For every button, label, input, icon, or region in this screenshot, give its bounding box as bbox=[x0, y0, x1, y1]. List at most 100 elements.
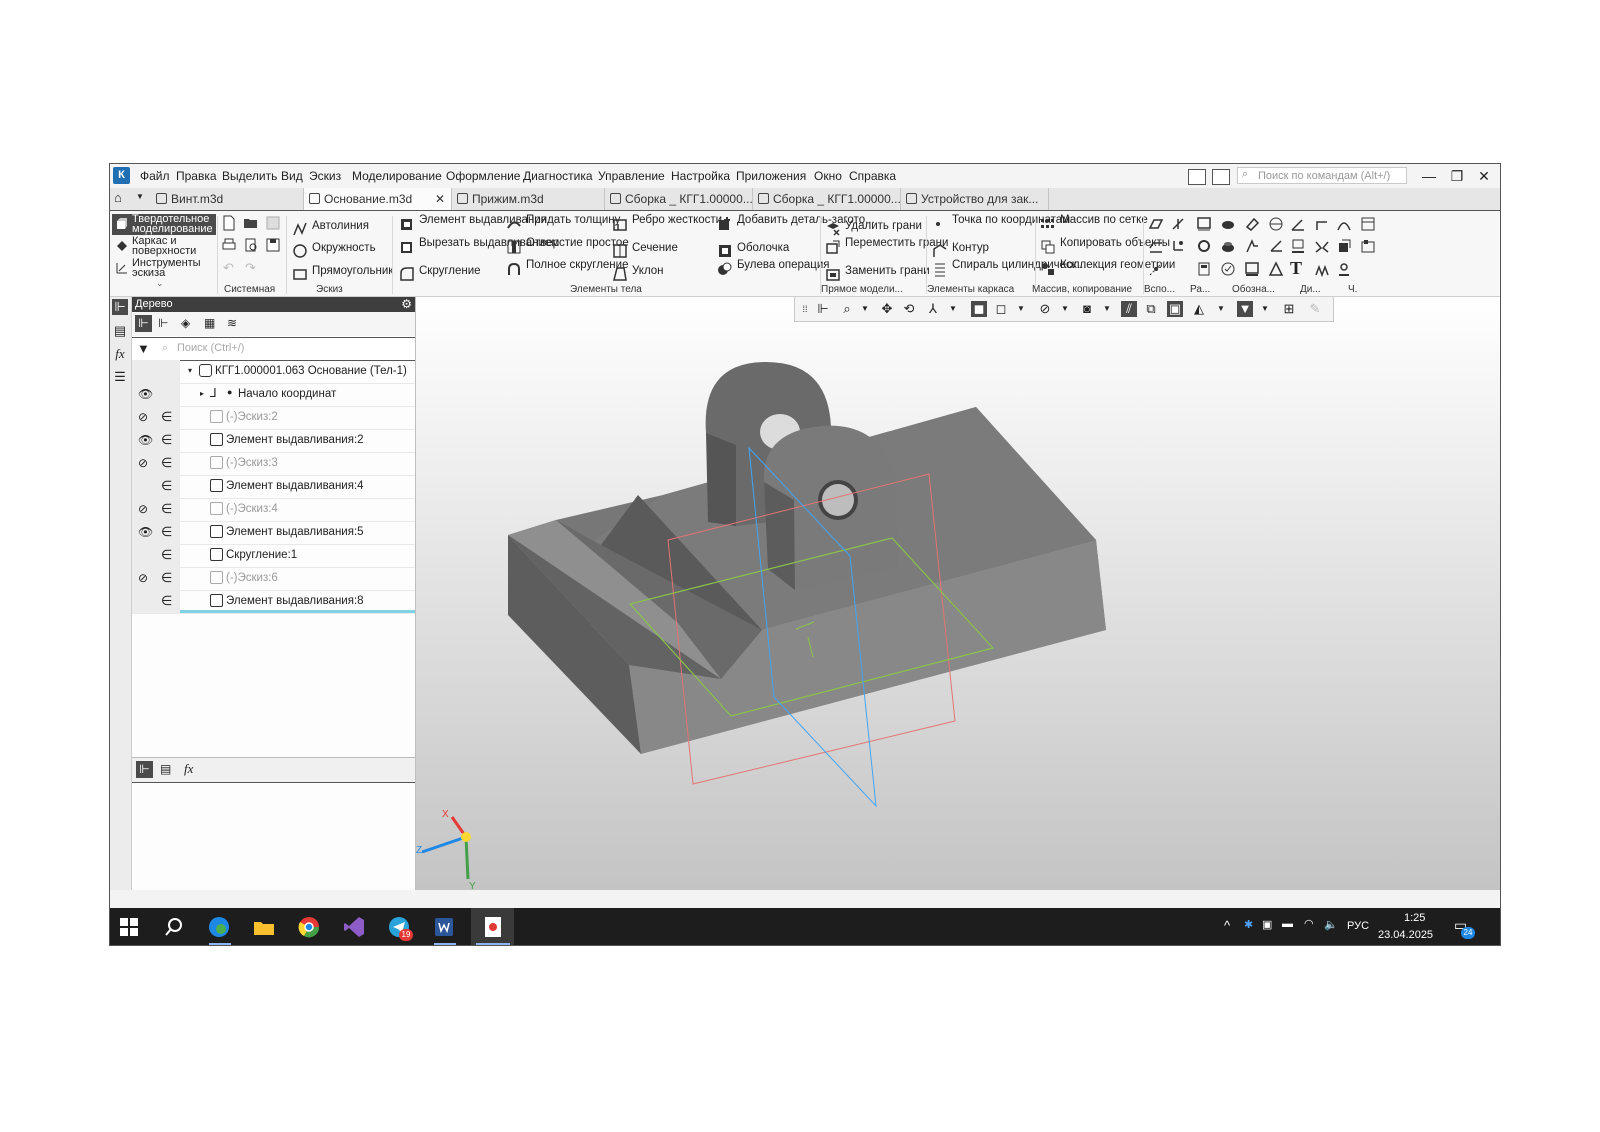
print-icon[interactable] bbox=[221, 237, 237, 253]
table-icon[interactable] bbox=[1360, 216, 1376, 232]
variables-panel-icon[interactable]: fx bbox=[112, 346, 128, 362]
tab-sborka-2[interactable]: Сборка _ КГГ1.00000... bbox=[753, 188, 901, 210]
clock-time[interactable]: 1:25 bbox=[1404, 912, 1425, 924]
tolerance-icon[interactable] bbox=[1268, 261, 1284, 277]
draft-button[interactable]: Уклон bbox=[610, 265, 664, 281]
visibility-eye-icon[interactable]: 👁 bbox=[138, 387, 153, 401]
preview-icon[interactable] bbox=[243, 237, 259, 253]
include-icon[interactable]: ∈ bbox=[161, 547, 172, 563]
expand-chevron-icon[interactable]: ⌄ bbox=[156, 278, 164, 289]
mirror-icon[interactable] bbox=[1314, 238, 1330, 254]
undo-icon[interactable]: ↶ bbox=[223, 260, 234, 276]
visual-studio-icon[interactable] bbox=[341, 914, 367, 940]
bend-icon[interactable] bbox=[1314, 216, 1330, 232]
properties-panel-icon[interactable]: ▤ bbox=[112, 323, 128, 339]
collapse-arrow-icon[interactable]: ▾ bbox=[188, 366, 192, 375]
layers-panel-icon[interactable]: ☰ bbox=[112, 369, 128, 385]
mode-solid-modeling[interactable]: Твердотельное моделирование bbox=[112, 214, 216, 235]
autoline-button[interactable]: Автолиния bbox=[290, 220, 369, 236]
restore-icon[interactable]: ❐ bbox=[1445, 166, 1469, 186]
dimension-icon[interactable] bbox=[1314, 261, 1330, 277]
menu-sketch[interactable]: Эскиз bbox=[309, 169, 341, 183]
file-explorer-icon[interactable] bbox=[251, 914, 277, 940]
roughness-icon[interactable] bbox=[1244, 238, 1260, 254]
shell-button[interactable]: Оболочка bbox=[715, 242, 789, 257]
search-icon[interactable] bbox=[161, 914, 187, 940]
include-icon[interactable]: ∈ bbox=[161, 455, 172, 471]
rib-button[interactable]: Ребро жесткости bbox=[610, 214, 722, 231]
menu-window[interactable]: Окно bbox=[814, 169, 842, 183]
section-button[interactable]: Сечение bbox=[610, 242, 678, 258]
mode-sketch-tools[interactable]: Инструменты эскиза bbox=[112, 258, 216, 279]
clock-date[interactable]: 23.04.2025 bbox=[1378, 929, 1433, 941]
tree-settings-gear-icon[interactable]: ⚙ bbox=[401, 297, 412, 312]
flip-icon[interactable] bbox=[1336, 238, 1352, 254]
tree-item-row[interactable]: ⊘ ∈ (-)Эскиз:4 bbox=[132, 498, 415, 522]
menu-applications[interactable]: Приложения bbox=[736, 169, 806, 183]
tree-item-row[interactable]: ∈ Элемент выдавливания:4 bbox=[132, 475, 415, 499]
include-icon[interactable]: ∈ bbox=[161, 432, 172, 448]
screenshot-icon[interactable] bbox=[1212, 169, 1230, 185]
hidden-eye-icon[interactable]: ⊘ bbox=[138, 571, 148, 585]
model-view[interactable]: X Y Z bbox=[416, 297, 1500, 890]
3d-viewport[interactable]: ⁞⁞ ⊩ ⌕ ▼ ✥ ⟲ ⅄ ▼ ◼ ◻ ▼ ⊘ ▼ ◙ ▼ ⫽ ⧉ ▣ ◭ ▼… bbox=[416, 297, 1500, 890]
windows-start-icon[interactable] bbox=[116, 914, 142, 940]
visibility-eye-icon[interactable]: 👁 bbox=[138, 525, 153, 539]
input-language[interactable]: РУС bbox=[1347, 920, 1369, 932]
security-icon[interactable]: ▣ bbox=[1262, 918, 1272, 931]
tree-components-icon[interactable]: ◈ bbox=[181, 316, 190, 330]
command-search-input[interactable]: Поиск по командам (Alt+/) bbox=[1237, 167, 1407, 184]
position-icon[interactable] bbox=[1244, 261, 1260, 277]
tree-panel-icon[interactable]: ⊩ bbox=[112, 299, 128, 315]
angle-icon[interactable] bbox=[1290, 216, 1306, 232]
edge-icon[interactable] bbox=[206, 914, 232, 940]
minimize-icon[interactable]: — bbox=[1417, 166, 1441, 186]
axis-icon[interactable] bbox=[1170, 216, 1186, 232]
tree-item-row[interactable]: 👁 ∈ Элемент выдавливания:2 bbox=[132, 429, 415, 453]
symmetry-icon[interactable] bbox=[1268, 216, 1284, 232]
tree-item-row[interactable]: ∈ Скругление:1 bbox=[132, 544, 415, 568]
measure-icon[interactable] bbox=[1220, 216, 1236, 232]
circle-button[interactable]: Окружность bbox=[290, 242, 376, 258]
tab-prizhim[interactable]: Прижим.m3d bbox=[452, 188, 605, 210]
contour-button[interactable]: Контур bbox=[930, 242, 989, 257]
menu-drafting[interactable]: Оформление bbox=[446, 169, 520, 183]
include-icon[interactable]: ∈ bbox=[161, 409, 172, 425]
redo-icon[interactable]: ↷ bbox=[245, 260, 256, 276]
calc-icon[interactable] bbox=[1196, 261, 1212, 277]
menu-file[interactable]: Файл bbox=[140, 169, 170, 183]
tree-origin-row[interactable]: 👁 ▸ ⅃ ● Начало координат bbox=[132, 383, 415, 407]
save-icon[interactable] bbox=[265, 215, 281, 231]
mass-icon[interactable] bbox=[1220, 238, 1236, 254]
replace-faces-button[interactable]: Заменить грани bbox=[823, 265, 930, 281]
menu-modeling[interactable]: Моделирование bbox=[352, 169, 442, 183]
gear-icon[interactable] bbox=[1196, 238, 1212, 254]
tree-item-row[interactable]: ∈ Элемент выдавливания:8 bbox=[132, 590, 415, 614]
layout-icon[interactable] bbox=[1188, 169, 1206, 185]
tab-ustroystvo[interactable]: Устройство для зак... bbox=[901, 188, 1049, 210]
leader-icon[interactable] bbox=[1290, 238, 1306, 254]
include-icon[interactable]: ∈ bbox=[161, 524, 172, 540]
tab-close-icon[interactable]: ✕ bbox=[435, 188, 445, 210]
check-icon[interactable] bbox=[1220, 261, 1236, 277]
menu-manage[interactable]: Управление bbox=[598, 169, 665, 183]
include-icon[interactable]: ∈ bbox=[161, 570, 172, 586]
base-icon[interactable] bbox=[1268, 238, 1284, 254]
tree-search-input[interactable]: Поиск (Ctrl+/) bbox=[177, 342, 244, 354]
lcs-icon[interactable] bbox=[1170, 238, 1186, 254]
chevron-down-icon[interactable]: ▼ bbox=[136, 192, 144, 201]
view-icon[interactable] bbox=[1196, 216, 1212, 232]
menu-help[interactable]: Справка bbox=[849, 169, 896, 183]
bluetooth-icon[interactable]: ✱ bbox=[1244, 918, 1253, 931]
text-icon[interactable]: T bbox=[1290, 258, 1302, 279]
include-icon[interactable]: ∈ bbox=[161, 593, 172, 609]
volume-icon[interactable]: 🔈 bbox=[1324, 918, 1338, 931]
point-on-curve-icon[interactable] bbox=[1148, 261, 1164, 277]
eraser-icon[interactable] bbox=[1244, 216, 1260, 232]
wifi-icon[interactable]: ◠ bbox=[1304, 917, 1314, 930]
tree-item-row[interactable]: ⊘ ∈ (-)Эскиз:6 bbox=[132, 567, 415, 591]
tree-root-row[interactable]: ▾ КГГ1.000001.063 Основание (Тел-1) bbox=[132, 360, 415, 384]
tree-view-icon[interactable]: ⊩ bbox=[136, 761, 153, 778]
open-folder-icon[interactable] bbox=[243, 215, 259, 231]
close-icon[interactable]: ✕ bbox=[1472, 166, 1496, 186]
